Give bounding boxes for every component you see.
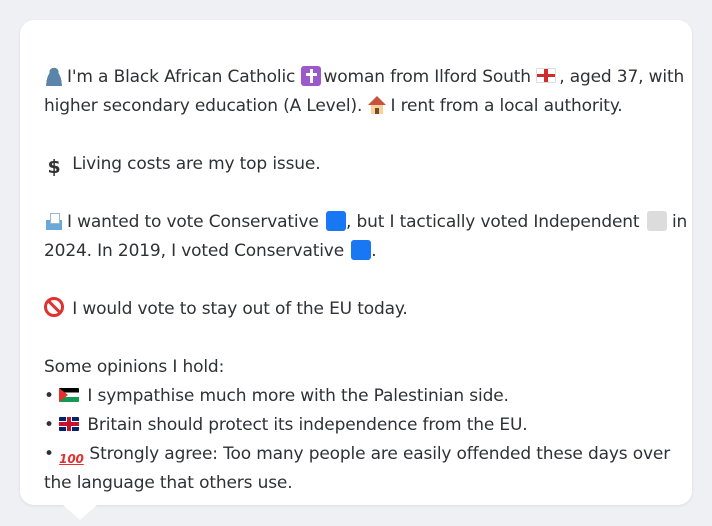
intro-text-a: I'm a Black African Catholic: [67, 67, 296, 87]
opinion-item-1: • I sympathise much more with the Palest…: [44, 382, 668, 411]
intro-line-1: I'm a Black African Catholic woman from …: [44, 63, 684, 92]
opinion-text-2: Britain should protect its independence …: [87, 415, 528, 435]
england-flag-icon: [536, 68, 557, 83]
person-icon: [44, 66, 64, 86]
issue-text: Living costs are my top issue.: [72, 154, 321, 174]
house-icon: [367, 95, 388, 115]
opinion-item-2: • Britain should protect its independenc…: [44, 411, 668, 440]
vote-text-a: I wanted to vote Conservative: [67, 212, 319, 232]
palestine-flag-icon: [59, 388, 80, 402]
bullet: •: [44, 386, 54, 406]
latin-cross-icon: [300, 66, 321, 86]
persona-card: I'm a Black African Catholic woman from …: [20, 20, 692, 520]
intro-text-c: , aged 37, with: [559, 67, 685, 87]
intro-line-2: higher secondary education (A Level). I …: [44, 92, 668, 121]
bullet: •: [44, 415, 54, 435]
dollar-icon: $: [47, 156, 61, 178]
vote-text-b: , but I tactically voted Independent: [345, 212, 640, 232]
speech-bubble-tail: [62, 504, 98, 520]
eu-text: I would vote to stay out of the EU today…: [72, 299, 408, 319]
opinion-text-3a: Strongly agree: Too many people are easi…: [89, 444, 671, 464]
intro-text-b: woman from Ilford South: [323, 67, 532, 87]
intro-text-d: higher secondary education (A Level).: [44, 96, 363, 116]
conservative-swatch: [325, 211, 346, 231]
opinion-text-1: I sympathise much more with the Palestin…: [87, 386, 509, 406]
vote-line-1: I wanted to vote Conservative , but I ta…: [44, 208, 687, 237]
vote-line-2: 2024. In 2019, I voted Conservative .: [44, 237, 668, 266]
ballot-box-icon: [44, 211, 64, 231]
conservative-swatch-2019: [351, 240, 372, 260]
vote-text-d: 2024. In 2019, I voted Conservative: [44, 241, 345, 261]
persona-text: I'm a Black African Catholic woman from …: [44, 63, 687, 498]
vote-text-e: .: [371, 241, 377, 261]
issue-line: $ Living costs are my top issue.: [44, 150, 668, 179]
intro-text-e: I rent from a local authority.: [390, 96, 623, 116]
bullet: •: [44, 444, 54, 464]
independent-swatch: [646, 211, 667, 231]
vote-text-c: in: [671, 212, 688, 232]
opinion-item-3-continued: the language that others use.: [44, 473, 293, 493]
hundred-points-icon: 100: [59, 452, 84, 466]
opinions-heading: Some opinions I hold:: [44, 357, 225, 377]
opinion-item-3: • 100 Strongly agree: Too many people ar…: [44, 440, 671, 469]
uk-flag-icon: [59, 417, 80, 431]
prohibited-icon: [44, 297, 64, 317]
eu-line: I would vote to stay out of the EU today…: [44, 295, 668, 324]
